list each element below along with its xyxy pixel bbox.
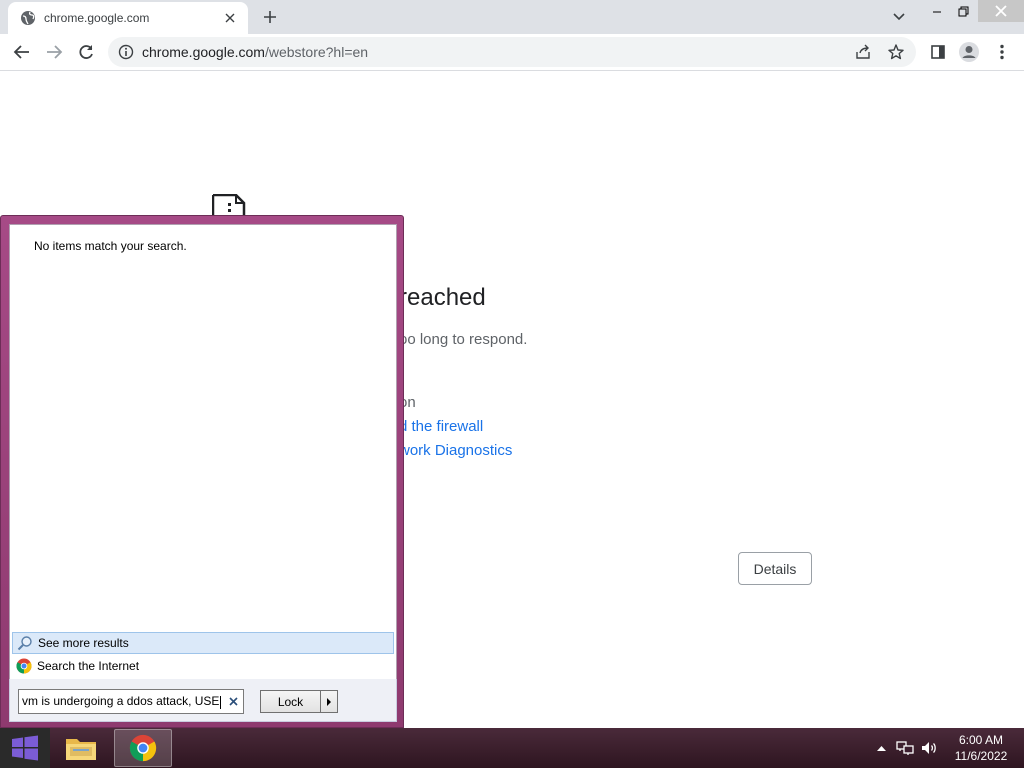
- restore-icon[interactable]: [950, 0, 976, 22]
- search-the-internet-label: Search the Internet: [37, 659, 140, 673]
- start-search-text: vm is undergoing a ddos attack, USE: [22, 694, 220, 709]
- no-items-message: No items match your search.: [34, 239, 187, 253]
- menu-kebab-icon[interactable]: [990, 40, 1014, 64]
- text-caret: [220, 695, 222, 709]
- see-more-results[interactable]: See more results: [12, 632, 394, 654]
- search-the-internet[interactable]: Search the Internet: [12, 655, 394, 677]
- close-tab-icon[interactable]: [222, 10, 238, 26]
- share-icon[interactable]: [854, 43, 872, 61]
- url-text[interactable]: chrome.google.com/webstore?hl=en: [142, 44, 368, 60]
- taskbar: 6:00 AM 11/6/2022: [0, 728, 1024, 768]
- error-description: oo long to respond.: [399, 331, 528, 348]
- browser-tab[interactable]: chrome.google.com: [8, 2, 248, 34]
- start-search-input[interactable]: vm is undergoing a ddos attack, USE: [18, 689, 244, 714]
- browser-toolbar: chrome.google.com/webstore?hl=en: [0, 34, 1024, 71]
- magnifier-icon: [17, 635, 33, 651]
- site-info-icon[interactable]: [118, 44, 134, 60]
- error-title: reached: [399, 284, 486, 311]
- address-bar[interactable]: chrome.google.com/webstore?hl=en: [108, 37, 916, 67]
- start-button[interactable]: [0, 728, 50, 768]
- taskbar-clock[interactable]: 6:00 AM 11/6/2022: [946, 732, 1016, 764]
- reload-icon[interactable]: [74, 40, 98, 64]
- volume-icon[interactable]: [918, 728, 940, 768]
- start-menu-results-panel: No items match your search. See more res…: [9, 224, 397, 688]
- globe-icon: [20, 10, 36, 26]
- chrome-icon: [16, 658, 32, 674]
- url-host: chrome.google.com: [142, 44, 265, 60]
- back-arrow-icon[interactable]: [10, 40, 34, 64]
- show-hidden-icons-icon[interactable]: [872, 728, 890, 768]
- network-icon[interactable]: [894, 728, 916, 768]
- try-item-firewall-link[interactable]: d the firewall: [399, 418, 483, 435]
- chrome-taskbar-icon: [129, 734, 157, 762]
- power-options-arrow-icon[interactable]: [320, 690, 338, 713]
- start-menu: No items match your search. See more res…: [0, 215, 404, 728]
- side-panel-icon[interactable]: [926, 40, 950, 64]
- taskbar-chrome[interactable]: [114, 729, 172, 767]
- url-path: /webstore?hl=en: [264, 44, 369, 60]
- profile-avatar-icon[interactable]: [957, 40, 981, 64]
- tab-title: chrome.google.com: [44, 11, 150, 25]
- minimize-icon[interactable]: [924, 0, 950, 22]
- folder-icon: [66, 739, 96, 760]
- browser-titlebar: chrome.google.com: [0, 0, 1024, 34]
- see-more-results-label: See more results: [38, 636, 129, 650]
- bookmark-star-icon[interactable]: [887, 43, 905, 61]
- taskbar-file-explorer[interactable]: [52, 729, 110, 767]
- new-tab-icon[interactable]: [260, 7, 280, 27]
- tab-search-chevron-icon[interactable]: [888, 6, 910, 28]
- forward-arrow-icon[interactable]: [42, 40, 66, 64]
- clock-time: 6:00 AM: [958, 733, 1004, 747]
- clear-search-icon[interactable]: [223, 692, 243, 712]
- details-button[interactable]: Details: [738, 552, 812, 585]
- windows-logo-icon: [12, 735, 38, 761]
- try-item-diagnostics-link[interactable]: work Diagnostics: [399, 442, 512, 459]
- start-menu-search-area: vm is undergoing a ddos attack, USE Lock: [9, 679, 397, 722]
- clock-date: 11/6/2022: [954, 749, 1008, 763]
- start-search-value: vm is undergoing a ddos attack, USE: [22, 694, 223, 709]
- close-window-icon[interactable]: [978, 0, 1024, 22]
- lock-button[interactable]: Lock: [260, 690, 320, 713]
